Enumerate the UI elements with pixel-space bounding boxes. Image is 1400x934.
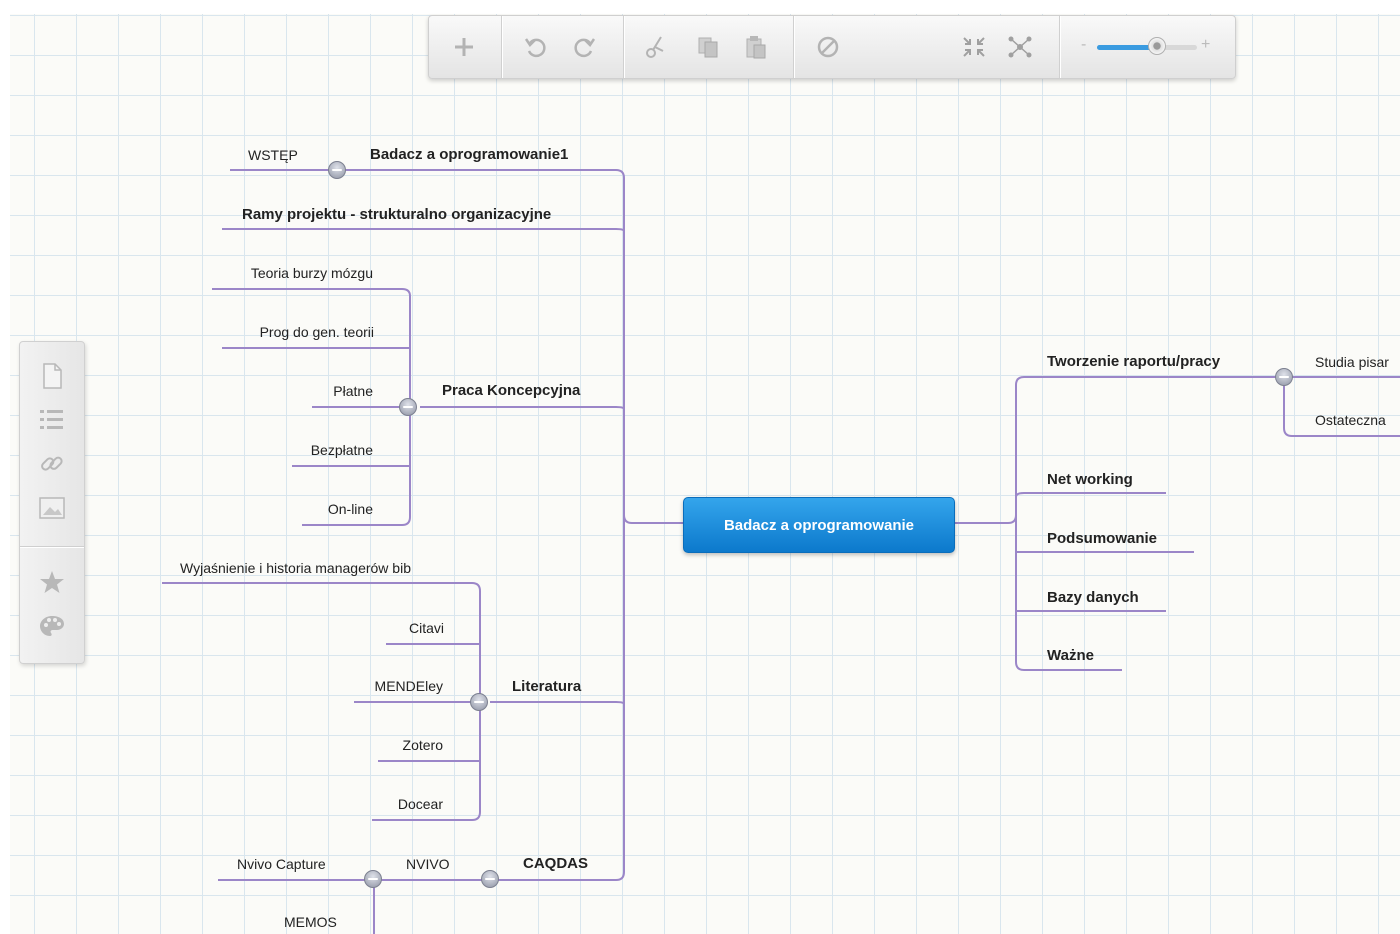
node-bazy-danych[interactable]: Bazy danych bbox=[1047, 589, 1139, 607]
star-icon[interactable] bbox=[38, 568, 66, 596]
image-icon[interactable] bbox=[38, 494, 66, 522]
mindmap-connectors bbox=[162, 169, 1400, 934]
prohibited-icon[interactable] bbox=[811, 30, 845, 64]
node-mendeley[interactable]: MENDEley bbox=[375, 677, 443, 695]
node-studia-pisar[interactable]: Studia pisar bbox=[1315, 353, 1389, 371]
node-bezplatne[interactable]: Bezpłatne bbox=[311, 441, 373, 459]
collapse-toggle-nvivo[interactable] bbox=[364, 870, 382, 888]
list-icon[interactable] bbox=[38, 406, 66, 434]
zoom-out-button[interactable]: - bbox=[1081, 36, 1086, 54]
node-tworzenie-raportu[interactable]: Tworzenie raportu/pracy bbox=[1047, 353, 1220, 371]
node-net-working[interactable]: Net working bbox=[1047, 471, 1133, 489]
toolbar-separator bbox=[1059, 16, 1060, 78]
node-praca-koncepcyjna[interactable]: Praca Koncepcyjna bbox=[442, 382, 580, 400]
palette-icon[interactable] bbox=[38, 612, 66, 640]
zoom-slider-handle[interactable] bbox=[1148, 37, 1166, 55]
central-node[interactable]: Badacz a oprogramowanie bbox=[683, 497, 955, 553]
node-platne[interactable]: Płatne bbox=[333, 382, 373, 400]
node-wstep[interactable]: WSTĘP bbox=[248, 146, 298, 164]
node-ramy-projektu[interactable]: Ramy projektu - strukturalno organizacyj… bbox=[242, 206, 551, 224]
node-on-line[interactable]: On-line bbox=[328, 500, 373, 518]
node-teoria-burzy[interactable]: Teoria burzy mózgu bbox=[251, 264, 373, 282]
node-nvivo-capture[interactable]: Nvivo Capture bbox=[237, 855, 326, 873]
node-memos[interactable]: MEMOS bbox=[284, 913, 337, 931]
nodes-layout-icon[interactable] bbox=[1003, 30, 1037, 64]
node-docear[interactable]: Docear bbox=[398, 795, 443, 813]
plus-icon[interactable] bbox=[447, 30, 481, 64]
toolbar-separator bbox=[501, 16, 502, 78]
sidebar-separator bbox=[20, 546, 84, 547]
paste-icon[interactable] bbox=[739, 30, 773, 64]
document-icon[interactable] bbox=[38, 362, 66, 390]
toolbar-separator bbox=[793, 16, 794, 78]
collapse-toggle-literatura[interactable] bbox=[470, 693, 488, 711]
link-icon[interactable] bbox=[38, 450, 66, 478]
copy-icon[interactable] bbox=[691, 30, 725, 64]
node-zotero[interactable]: Zotero bbox=[403, 736, 443, 754]
redo-icon[interactable] bbox=[567, 30, 601, 64]
toolbar-separator bbox=[623, 16, 624, 78]
scissors-icon[interactable] bbox=[639, 30, 673, 64]
collapse-toggle-badacz1[interactable] bbox=[328, 161, 346, 179]
zoom-slider[interactable] bbox=[1097, 37, 1197, 55]
node-badacz1[interactable]: Badacz a oprogramowanie1 bbox=[370, 146, 568, 164]
node-caqdas[interactable]: CAQDAS bbox=[523, 855, 588, 873]
collapse-toggle-praca[interactable] bbox=[399, 398, 417, 416]
node-wyjasnienie[interactable]: Wyjaśnienie i historia managerów bib bbox=[180, 559, 411, 577]
left-sidebar bbox=[19, 341, 85, 664]
node-podsumowanie[interactable]: Podsumowanie bbox=[1047, 530, 1157, 548]
main-toolbar: - + bbox=[428, 15, 1236, 79]
node-literatura[interactable]: Literatura bbox=[512, 678, 581, 696]
node-nvivo[interactable]: NVIVO bbox=[406, 855, 450, 873]
undo-icon[interactable] bbox=[519, 30, 553, 64]
zoom-in-button[interactable]: + bbox=[1201, 36, 1210, 54]
node-wazne[interactable]: Ważne bbox=[1047, 647, 1094, 665]
collapse-all-icon[interactable] bbox=[957, 30, 991, 64]
node-prog-do-gen[interactable]: Prog do gen. teorii bbox=[260, 323, 374, 341]
collapse-toggle-caqdas[interactable] bbox=[481, 870, 499, 888]
node-citavi[interactable]: Citavi bbox=[409, 619, 444, 637]
collapse-toggle-tworzenie[interactable] bbox=[1275, 368, 1293, 386]
node-ostateczna[interactable]: Ostateczna bbox=[1315, 411, 1386, 429]
